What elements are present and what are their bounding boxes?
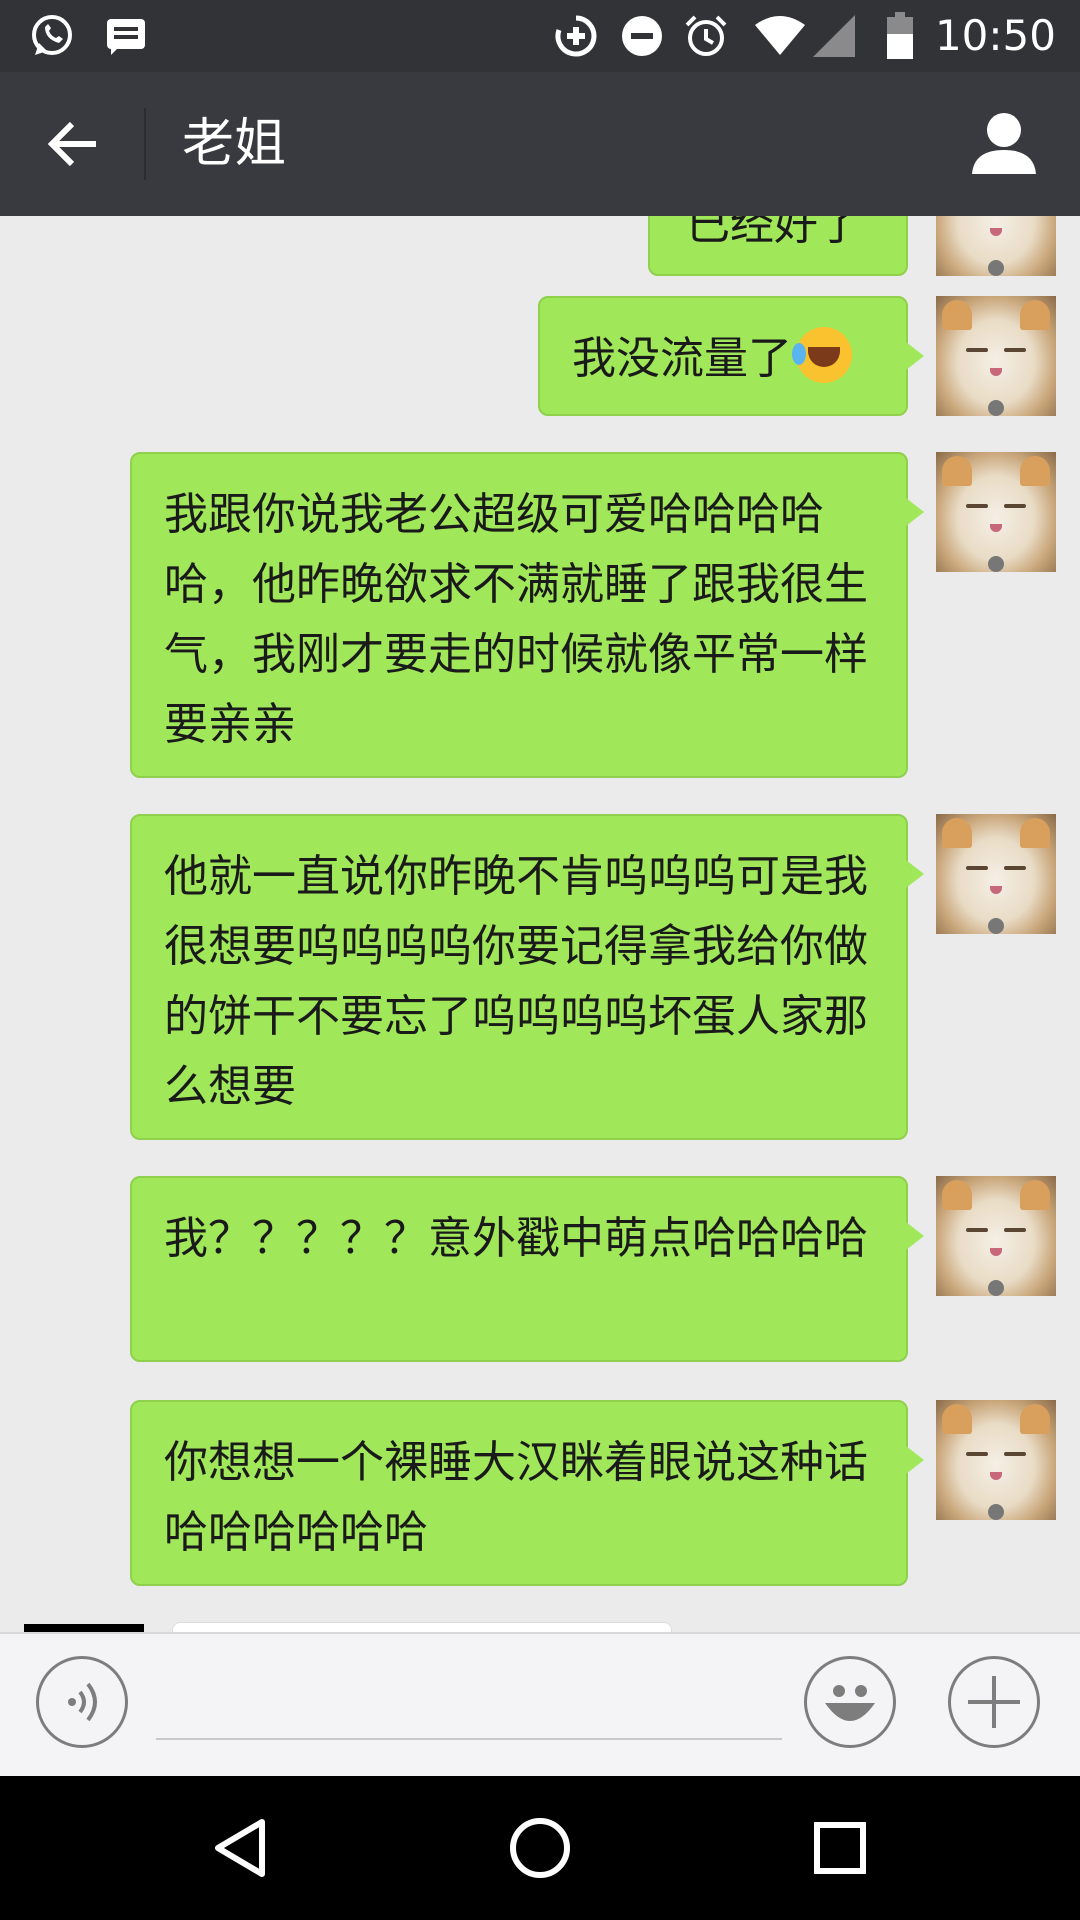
message-row: 他就一直说你昨晚不肯呜呜呜可是我很想要呜呜呜呜你要记得拿我给你做的饼干不要忘了呜… — [0, 814, 1080, 1140]
message-text: 我跟你说我老公超级可爱哈哈哈哈哈，他昨晚欲求不满就睡了跟我很生气，我刚才要走的时… — [164, 489, 868, 750]
header-divider — [144, 108, 146, 180]
message-bubble[interactable]: 我跟你说我老公超级可爱哈哈哈哈哈，他昨晚欲求不满就睡了跟我很生气，我刚才要走的时… — [130, 452, 924, 778]
message-icon — [102, 12, 150, 60]
rolling-laughing-emoji — [792, 327, 852, 383]
message-bubble[interactable]: 我没流量了 — [538, 296, 924, 416]
message-text: 他就一直说你昨晚不肯呜呜呜可是我很想要呜呜呜呜你要记得拿我给你做的饼干不要忘了呜… — [164, 851, 868, 1112]
do-not-disturb-icon — [618, 12, 666, 60]
voice-icon — [68, 1682, 97, 1722]
data-saver-icon — [552, 12, 600, 60]
message-text: 我？？？？？意外戳中萌点哈哈哈哈 — [164, 1213, 868, 1264]
avatar[interactable] — [936, 216, 1056, 276]
cell-signal-icon — [810, 12, 858, 60]
message-bubble[interactable]: 他就一直说你昨晚不肯呜呜呜可是我很想要呜呜呜呜你要记得拿我给你做的饼干不要忘了呜… — [130, 814, 924, 1140]
message-row: 我没流量了 — [0, 296, 1080, 420]
nav-recents-button[interactable] — [804, 1812, 876, 1884]
message-text: 已经好了 — [686, 216, 862, 250]
smiley-icon — [825, 1685, 875, 1721]
message-text: 你想想一个裸睡大汉眯着眼说这种话哈哈哈哈哈哈 — [164, 1437, 868, 1558]
voice-button[interactable] — [36, 1656, 128, 1748]
profile-button[interactable] — [968, 108, 1040, 180]
plus-icon — [968, 1676, 1020, 1728]
whatsapp-icon — [28, 12, 76, 60]
back-triangle-icon — [215, 1819, 265, 1877]
recents-square-icon — [814, 1822, 866, 1874]
message-row: 我跟你说我老公超级可爱哈哈哈哈哈，他昨晚欲求不满就睡了跟我很生气，我刚才要走的时… — [0, 452, 1080, 778]
battery-icon — [880, 12, 920, 60]
home-circle-icon — [510, 1818, 570, 1878]
back-button[interactable] — [30, 104, 116, 184]
message-row: 你想想一个裸睡大汉眯着眼说这种话哈哈哈哈哈哈 — [0, 1400, 1080, 1586]
more-button[interactable] — [948, 1656, 1040, 1748]
peek-divider — [24, 1624, 144, 1632]
person-icon — [972, 113, 1036, 174]
clock-time: 10:50 — [934, 11, 1056, 60]
alarm-icon — [682, 12, 730, 60]
arrow-left-icon — [47, 121, 96, 167]
system-nav-bar — [0, 1776, 1080, 1920]
message-list[interactable]: 已经好了 我没流量了 我跟你说我老公超级可爱哈哈哈哈哈，他昨晚欲求不满就睡了跟我… — [0, 216, 1080, 1632]
chat-header: 老姐 — [0, 72, 1080, 216]
message-bubble[interactable]: 我？？？？？意外戳中萌点哈哈哈哈 — [130, 1176, 924, 1362]
message-input[interactable] — [156, 1682, 782, 1740]
avatar[interactable] — [936, 814, 1056, 934]
emoji-button[interactable] — [804, 1656, 896, 1748]
message-bubble[interactable]: 你想想一个裸睡大汉眯着眼说这种话哈哈哈哈哈哈 — [130, 1400, 924, 1586]
wifi-icon — [750, 12, 810, 60]
message-bubble[interactable]: 已经好了 — [648, 216, 908, 276]
status-bar: 10:50 — [0, 0, 1080, 72]
avatar[interactable] — [936, 1176, 1056, 1296]
avatar[interactable] — [936, 296, 1056, 416]
nav-home-button[interactable] — [504, 1812, 576, 1884]
message-row: 已经好了 — [0, 216, 1080, 276]
avatar[interactable] — [936, 1400, 1056, 1520]
message-text: 我没流量了 — [572, 333, 792, 384]
nav-back-button[interactable] — [204, 1812, 276, 1884]
avatar[interactable] — [936, 452, 1056, 572]
message-row: 我？？？？？意外戳中萌点哈哈哈哈 — [0, 1176, 1080, 1362]
page-title: 老姐 — [182, 114, 287, 174]
input-bar — [0, 1632, 1080, 1778]
